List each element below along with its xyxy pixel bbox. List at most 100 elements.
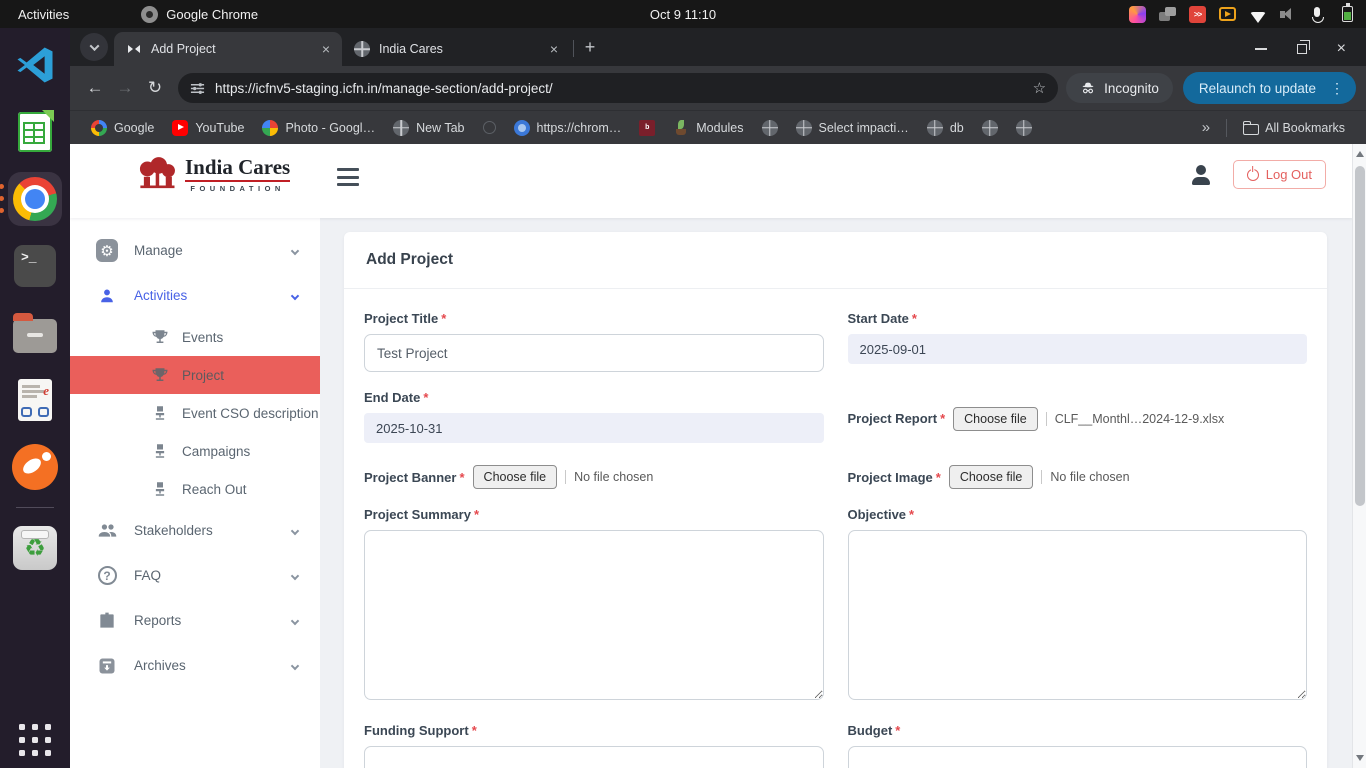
choose-file-button[interactable]: Choose file <box>473 465 558 489</box>
field-project-report: Project Report* Choose file CLF__Monthl…… <box>848 394 1308 443</box>
seminar-icon <box>150 442 169 461</box>
postman-icon[interactable] <box>8 440 62 494</box>
bookmark-blank[interactable] <box>474 118 505 137</box>
hamburger-menu-icon[interactable] <box>337 168 359 186</box>
chrome-blue-icon <box>514 120 530 136</box>
new-tab-button[interactable]: + <box>577 34 603 60</box>
chrome-icon[interactable] <box>8 172 62 226</box>
bajaj-icon: b <box>639 120 655 136</box>
sidebar-item-faq[interactable]: ? FAQ <box>70 553 320 598</box>
bookmark-globe-3[interactable] <box>1007 117 1041 139</box>
site-settings-icon[interactable] <box>190 81 205 96</box>
user-avatar-icon[interactable] <box>1191 165 1211 185</box>
sidebar-item-events[interactable]: Events <box>70 318 320 356</box>
bookmarks-overflow-button[interactable]: » <box>1192 119 1220 136</box>
files-icon[interactable] <box>8 306 62 360</box>
volume-muted-icon[interactable] <box>1279 6 1296 23</box>
prism-app-icon[interactable] <box>1129 6 1146 23</box>
sidebar-item-event-cso-description[interactable]: Event CSO description <box>70 394 320 432</box>
forward-button[interactable]: → <box>110 73 140 103</box>
libreoffice-calc-icon[interactable] <box>8 105 62 159</box>
all-bookmarks-button[interactable]: All Bookmarks <box>1233 117 1354 139</box>
terminal-icon[interactable]: >_ <box>8 239 62 293</box>
funding-support-input[interactable] <box>364 746 824 768</box>
sidebar-item-archives[interactable]: Archives <box>70 643 320 688</box>
google-icon <box>91 120 107 136</box>
reload-button[interactable]: ↻ <box>140 73 170 103</box>
sidebar-item-reports[interactable]: Reports <box>70 598 320 643</box>
close-button[interactable]: × <box>1337 44 1346 54</box>
browser-toolbar: ← → ↻ https://icfnv5-staging.icfn.in/man… <box>70 66 1366 110</box>
bookmark-bajaj[interactable]: b <box>630 117 664 139</box>
budget-input[interactable] <box>848 746 1308 768</box>
bookmark-select-impact[interactable]: Select impacti… <box>787 117 918 139</box>
clock[interactable]: Oct 9 11:10 <box>650 7 716 22</box>
globe-icon <box>927 120 943 136</box>
field-label: Project Image <box>848 470 933 485</box>
choose-file-button[interactable]: Choose file <box>953 407 1038 431</box>
sidebar-item-campaigns[interactable]: Campaigns <box>70 432 320 470</box>
remote-app-icon[interactable]: >> <box>1189 6 1206 23</box>
logout-button[interactable]: Log Out <box>1233 160 1326 189</box>
scroll-down-arrow[interactable] <box>1356 755 1364 761</box>
project-summary-textarea[interactable] <box>364 530 824 700</box>
choose-file-button[interactable]: Choose file <box>949 465 1034 489</box>
minimize-button[interactable] <box>1255 48 1267 50</box>
wifi-icon[interactable] <box>1249 6 1266 23</box>
objective-textarea[interactable] <box>848 530 1308 700</box>
required-asterisk: * <box>895 723 900 738</box>
restore-button[interactable] <box>1297 44 1307 54</box>
bookmark-google[interactable]: Google <box>82 117 163 139</box>
microphone-icon[interactable] <box>1309 6 1326 23</box>
screenshare-icon[interactable] <box>1219 6 1236 23</box>
trash-icon[interactable]: ♻ <box>8 521 62 575</box>
bookmark-youtube[interactable]: YouTube <box>163 117 253 139</box>
page-scrollbar[interactable] <box>1352 144 1366 768</box>
relaunch-to-update-button[interactable]: Relaunch to update ⋮ <box>1183 72 1356 104</box>
bookmark-new-tab[interactable]: New Tab <box>384 117 473 139</box>
google-photos-icon <box>262 120 278 136</box>
end-date-input[interactable]: 2025-10-31 <box>364 413 824 443</box>
start-date-input[interactable]: 2025-09-01 <box>848 334 1308 364</box>
tab-search-button[interactable] <box>80 33 108 61</box>
bookmark-modules[interactable]: Modules <box>664 117 752 139</box>
back-button[interactable]: ← <box>80 73 110 103</box>
sidebar-item-stakeholders[interactable]: Stakeholders <box>70 508 320 553</box>
tab-india-cares[interactable]: India Cares × <box>342 32 570 66</box>
project-title-input[interactable] <box>364 334 824 372</box>
chat-icon[interactable] <box>1159 6 1176 23</box>
bookmark-star-icon[interactable]: ☆ <box>1033 79 1046 97</box>
app-grid-button[interactable] <box>19 724 51 756</box>
bookmark-globe-1[interactable] <box>753 117 787 139</box>
required-asterisk: * <box>441 311 446 326</box>
document-viewer-icon[interactable]: e <box>8 373 62 427</box>
field-project-summary: Project Summary* <box>364 507 824 705</box>
globe-icon <box>1016 120 1032 136</box>
tab-add-project[interactable]: Add Project × <box>114 32 342 66</box>
field-start-date: Start Date* 2025-09-01 <box>848 311 1308 372</box>
chrome-mono-icon <box>141 6 158 23</box>
activities-button[interactable]: Activities <box>18 7 69 22</box>
bookmark-photos[interactable]: Photo - Googl… <box>253 117 384 139</box>
focused-app[interactable]: Google Chrome <box>141 6 258 23</box>
bookmark-chrome-link[interactable]: https://chrom… <box>505 117 631 139</box>
system-tray: >> <box>1129 6 1356 23</box>
scroll-up-arrow[interactable] <box>1356 151 1364 157</box>
sidebar-item-activities[interactable]: Activities <box>70 273 320 318</box>
sidebar-item-manage[interactable]: ⚙ Manage <box>70 228 320 273</box>
bookmark-db[interactable]: db <box>918 117 973 139</box>
battery-icon[interactable] <box>1339 6 1356 23</box>
bookmarks-bar: Google YouTube Photo - Googl… New Tab ht… <box>70 110 1366 144</box>
scrollbar-thumb[interactable] <box>1355 166 1365 506</box>
india-cares-logo[interactable]: India Cares FOUNDATION <box>136 156 290 193</box>
globe-icon <box>393 120 409 136</box>
tab-close-icon[interactable]: × <box>546 41 562 57</box>
tab-close-icon[interactable]: × <box>318 41 334 57</box>
browser-menu-icon[interactable]: ⋮ <box>1326 80 1348 97</box>
web-page: India Cares FOUNDATION Log Out ⚙ Manage <box>70 144 1366 768</box>
bookmark-globe-2[interactable] <box>973 117 1007 139</box>
address-bar[interactable]: https://icfnv5-staging.icfn.in/manage-se… <box>178 73 1058 103</box>
vscode-icon[interactable] <box>8 38 62 92</box>
sidebar-item-project[interactable]: Project <box>70 356 320 394</box>
sidebar-item-reach-out[interactable]: Reach Out <box>70 470 320 508</box>
